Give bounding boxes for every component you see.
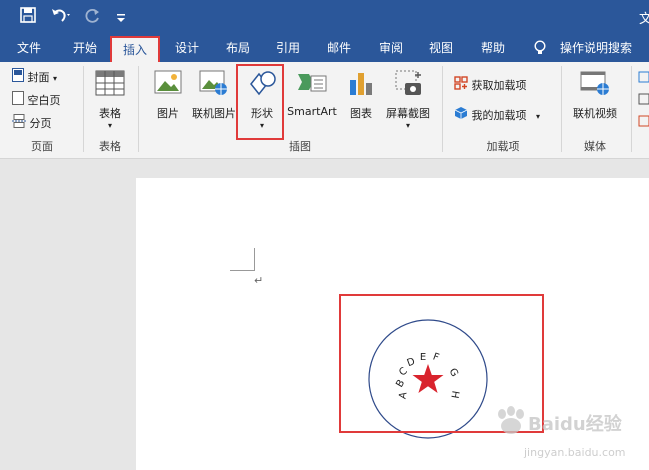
customize-qat-icon[interactable]	[116, 9, 126, 28]
group-label-illustrations: 插图	[289, 140, 311, 153]
online-picture-button[interactable]: 联机图片	[189, 70, 239, 121]
title-bar: 文	[0, 0, 649, 34]
tab-view[interactable]: 视图	[418, 34, 464, 62]
table-icon	[95, 70, 125, 99]
tab-layout[interactable]: 布局	[215, 34, 261, 62]
picture-icon	[154, 70, 182, 99]
group-label-pages: 页面	[31, 140, 53, 153]
cover-page-button[interactable]: 封面 ▾	[12, 68, 57, 86]
cover-page-label: 封面	[27, 71, 50, 84]
tell-me-search[interactable]: 操作说明搜索	[556, 34, 636, 62]
document-canvas: ↵ A B C D E F G H Baidu经验 jingyan.baidu.…	[0, 159, 649, 470]
lightbulb-icon	[533, 40, 547, 60]
margin-corner-marker	[230, 248, 255, 271]
smartart-icon	[297, 70, 327, 99]
undo-icon[interactable]	[50, 7, 72, 27]
smartart-label: SmartArt	[287, 105, 337, 118]
paragraph-mark: ↵	[254, 274, 264, 287]
document-page[interactable]: ↵ A B C D E F G H Baidu经验 jingyan.baidu.…	[136, 178, 649, 470]
tab-review[interactable]: 审阅	[368, 34, 414, 62]
get-addins-button[interactable]: 获取加载项	[454, 76, 527, 94]
screenshot-label: 屏幕截图	[386, 107, 430, 120]
chart-button[interactable]: 图表	[343, 70, 379, 121]
watermark: Baidu经验 jingyan.baidu.com	[494, 404, 644, 464]
group-label-tables: 表格	[99, 140, 121, 153]
save-icon[interactable]	[20, 7, 36, 27]
tab-insert[interactable]: 插入	[110, 36, 160, 62]
title-corner-text: 文	[639, 12, 649, 27]
page-break-label: 分页	[29, 117, 52, 130]
online-video-button[interactable]: 联机视频	[566, 70, 624, 121]
group-label-media: 媒体	[584, 140, 606, 153]
links-icon[interactable]	[638, 70, 649, 134]
picture-label: 图片	[157, 107, 179, 120]
ribbon-panel: 封面 ▾ 空白页 分页 页面 表格 ▾ 表格 图片 联机图片 形状 ▾ Smar…	[0, 62, 649, 159]
chevron-down-icon: ▾	[536, 112, 541, 121]
tab-mailings[interactable]: 邮件	[316, 34, 362, 62]
redo-icon[interactable]	[85, 7, 101, 27]
group-divider	[83, 66, 84, 152]
watermark-title: Baidu经验	[528, 414, 622, 435]
shapes-highlight-box	[236, 64, 284, 140]
blank-page-button[interactable]: 空白页	[12, 91, 61, 109]
screenshot-icon	[393, 70, 423, 99]
ribbon-tabs: 文件 开始 插入 设计 布局 引用 邮件 审阅 视图 帮助 操作说明搜索	[0, 34, 649, 62]
smartart-button[interactable]: SmartArt	[284, 70, 340, 118]
tab-file[interactable]: 文件	[6, 34, 52, 62]
my-addins-button[interactable]: 我的加载项 ▾	[454, 106, 540, 124]
chart-label: 图表	[350, 107, 372, 120]
chevron-down-icon: ▾	[405, 121, 410, 130]
page-break-icon	[12, 114, 26, 134]
chevron-down-icon: ▾	[107, 121, 112, 130]
picture-button[interactable]: 图片	[150, 70, 186, 121]
group-divider	[561, 66, 562, 152]
chart-icon	[348, 70, 374, 99]
paw-icon	[498, 406, 524, 434]
table-label: 表格	[99, 107, 121, 120]
blank-page-label: 空白页	[27, 94, 61, 107]
screenshot-button[interactable]: 屏幕截图 ▾	[382, 70, 434, 130]
addin-cube-icon	[454, 106, 468, 126]
get-addins-label: 获取加载项	[471, 79, 527, 92]
online-picture-icon	[199, 70, 229, 99]
tab-design[interactable]: 设计	[164, 34, 210, 62]
group-divider	[138, 66, 139, 152]
tab-help[interactable]: 帮助	[470, 34, 516, 62]
my-addins-label: 我的加载项	[471, 109, 527, 122]
tab-home[interactable]: 开始	[62, 34, 108, 62]
chevron-down-icon: ▾	[53, 74, 58, 83]
store-icon	[454, 76, 468, 96]
tab-references[interactable]: 引用	[265, 34, 311, 62]
cover-page-icon	[12, 68, 24, 88]
table-button[interactable]: 表格 ▾	[90, 70, 130, 130]
online-picture-label: 联机图片	[192, 107, 236, 120]
group-label-addins: 加载项	[486, 140, 520, 153]
group-divider	[631, 66, 632, 152]
page-break-button[interactable]: 分页	[12, 114, 52, 132]
watermark-url: jingyan.baidu.com	[524, 446, 626, 459]
online-video-label: 联机视频	[573, 107, 617, 120]
group-divider	[442, 66, 443, 152]
blank-page-icon	[12, 91, 24, 111]
online-video-icon	[580, 70, 610, 99]
